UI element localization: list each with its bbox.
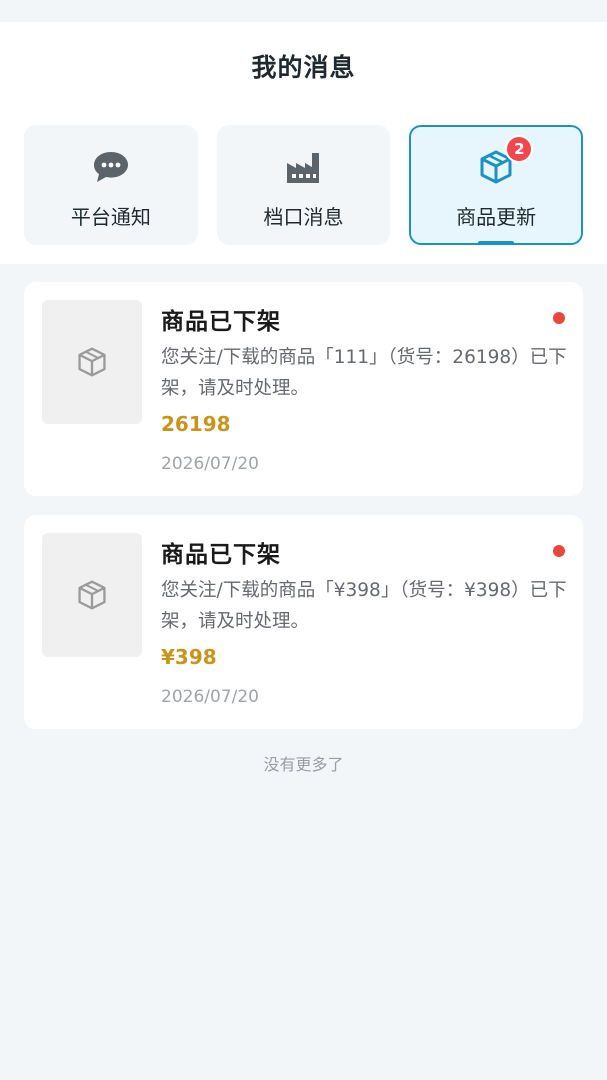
message-card[interactable]: 商品已下架 您关注/下载的商品「111」（货号：26198）已下架，请及时处理。… [24, 282, 583, 496]
product-thumbnail [42, 300, 142, 424]
tab-stall-messages[interactable]: 档口消息 [216, 125, 391, 245]
tab-product-updates[interactable]: 2 商品更新 [409, 125, 584, 245]
message-list: 商品已下架 您关注/下载的商品「111」（货号：26198）已下架，请及时处理。… [0, 264, 607, 775]
page-title: 我的消息 [251, 53, 356, 82]
tab-platform-notice[interactable]: 平台通知 [24, 125, 198, 245]
package-placeholder-icon [78, 580, 106, 610]
unread-dot [553, 545, 565, 557]
tab-label-product-updates: 商品更新 [456, 205, 537, 229]
unread-dot [553, 312, 565, 324]
active-tab-indicator [478, 241, 515, 245]
message-date: 2026/07/20 [161, 454, 259, 474]
message-date: 2026/07/20 [161, 687, 259, 707]
product-thumbnail [42, 533, 142, 657]
message-card[interactable]: 商品已下架 您关注/下载的商品「¥398」（货号：¥398）已下架，请及时处理。… [24, 515, 583, 729]
message-title: 商品已下架 [161, 542, 281, 568]
product-code: 26198 [161, 412, 231, 436]
tab-label-stall-messages: 档口消息 [263, 205, 344, 229]
product-code: ¥398 [161, 645, 217, 669]
unread-count-badge: 2 [505, 135, 534, 163]
status-bar-area [0, 0, 607, 22]
package-placeholder-icon [78, 347, 106, 377]
message-title: 商品已下架 [161, 309, 281, 335]
factory-icon [284, 147, 324, 187]
category-tabs: 平台通知 档口消息 2 商品更新 [24, 125, 584, 245]
no-more-indicator: 没有更多了 [263, 755, 344, 774]
header-section: 我的消息 平台通知 档口消息 2 商品更新 [0, 22, 607, 264]
message-description: 您关注/下载的商品「¥398」（货号：¥398）已下架，请及时处理。 [161, 580, 567, 632]
message-description: 您关注/下载的商品「111」（货号：26198）已下架，请及时处理。 [161, 347, 567, 399]
tab-label-platform-notice: 平台通知 [70, 205, 151, 229]
chat-bubble-icon [91, 147, 131, 187]
